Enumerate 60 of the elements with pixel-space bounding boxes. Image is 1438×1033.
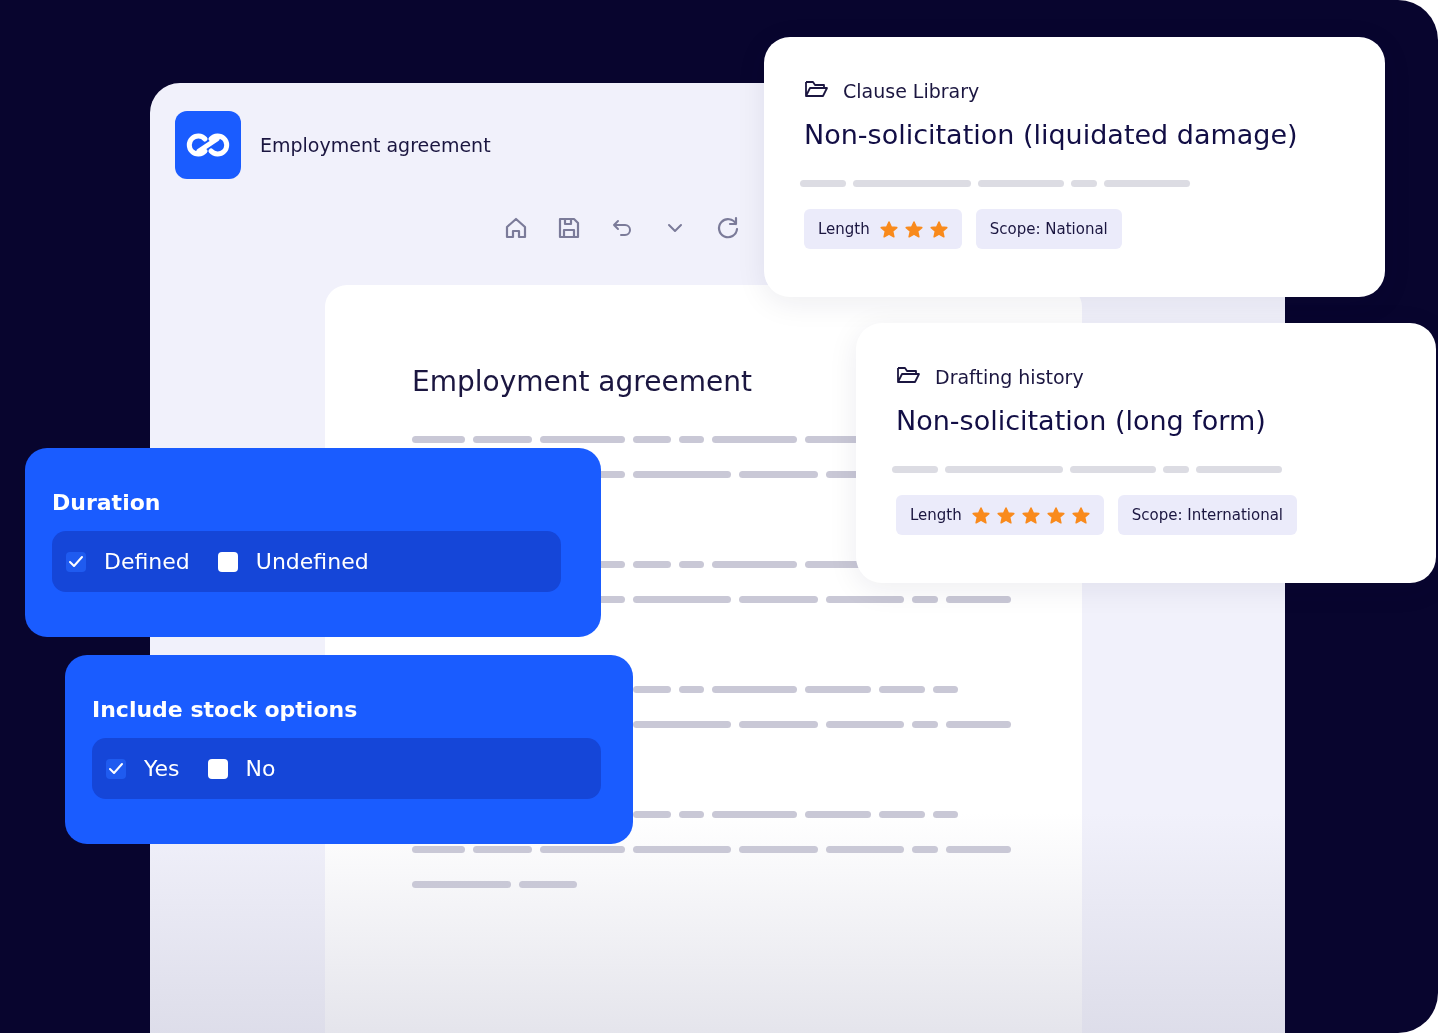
skeleton-line bbox=[1163, 466, 1189, 473]
skeleton-line bbox=[946, 721, 1011, 728]
refresh-icon[interactable] bbox=[715, 215, 741, 241]
checkbox[interactable] bbox=[217, 551, 238, 572]
star-icon bbox=[879, 220, 898, 238]
skeleton-line bbox=[946, 596, 1011, 603]
skeleton-line bbox=[946, 846, 1011, 853]
source-label: Drafting history bbox=[935, 366, 1084, 388]
skeleton-line bbox=[933, 811, 958, 818]
skeleton-line bbox=[679, 686, 704, 693]
panel-title: Include stock options bbox=[92, 697, 359, 722]
document-heading: Employment agreement bbox=[412, 365, 752, 398]
option-label[interactable]: Defined bbox=[104, 549, 190, 574]
skeleton-line bbox=[805, 686, 871, 693]
star-icon bbox=[996, 506, 1015, 524]
star-icon bbox=[1071, 506, 1090, 524]
skeleton-line bbox=[912, 846, 938, 853]
skeleton-line bbox=[473, 846, 532, 853]
skeleton-line bbox=[679, 436, 704, 443]
checkbox[interactable] bbox=[207, 758, 228, 779]
star-icon bbox=[1021, 506, 1040, 524]
skeleton-line bbox=[633, 686, 671, 693]
skeleton-line bbox=[879, 811, 925, 818]
panel-title: Duration bbox=[52, 490, 162, 515]
scope-tag: Scope: National bbox=[975, 209, 1122, 249]
source-label: Clause Library bbox=[843, 80, 980, 102]
skeleton-line bbox=[633, 561, 671, 568]
app-title: Employment agreement bbox=[260, 134, 491, 156]
star-icon bbox=[929, 220, 948, 238]
skeleton-line bbox=[805, 811, 871, 818]
save-icon[interactable] bbox=[556, 215, 582, 241]
skeleton-line bbox=[519, 881, 577, 888]
skeleton-line bbox=[1071, 180, 1097, 187]
skeleton-line bbox=[412, 846, 465, 853]
clause-title: Non-solicitation (long form) bbox=[896, 405, 1267, 436]
skeleton-line bbox=[879, 686, 925, 693]
skeleton-line bbox=[633, 811, 671, 818]
skeleton-line bbox=[912, 596, 938, 603]
option-label[interactable]: Undefined bbox=[255, 549, 369, 574]
skeleton-line bbox=[679, 561, 704, 568]
option-label[interactable]: No bbox=[245, 756, 276, 781]
checkbox[interactable] bbox=[106, 758, 126, 779]
scope-tag: Scope: International bbox=[1117, 495, 1297, 535]
skeleton-line bbox=[633, 436, 671, 443]
skeleton-line bbox=[800, 180, 846, 187]
star-icon bbox=[904, 220, 923, 238]
skeleton-line bbox=[412, 436, 465, 443]
skeleton-line bbox=[473, 436, 532, 443]
skeleton-line bbox=[912, 721, 938, 728]
home-icon[interactable] bbox=[503, 215, 529, 241]
clause-title: Non-solicitation (liquidated damage) bbox=[804, 119, 1299, 150]
star-icon bbox=[1046, 506, 1065, 524]
length-label: Length bbox=[818, 220, 870, 238]
checkbox[interactable] bbox=[66, 551, 86, 572]
logo-icon bbox=[175, 111, 241, 179]
skeleton-line bbox=[679, 811, 704, 818]
length-label: Length bbox=[910, 506, 962, 524]
option-label[interactable]: Yes bbox=[144, 756, 180, 781]
skeleton-line bbox=[933, 686, 958, 693]
star-icon bbox=[971, 506, 990, 524]
